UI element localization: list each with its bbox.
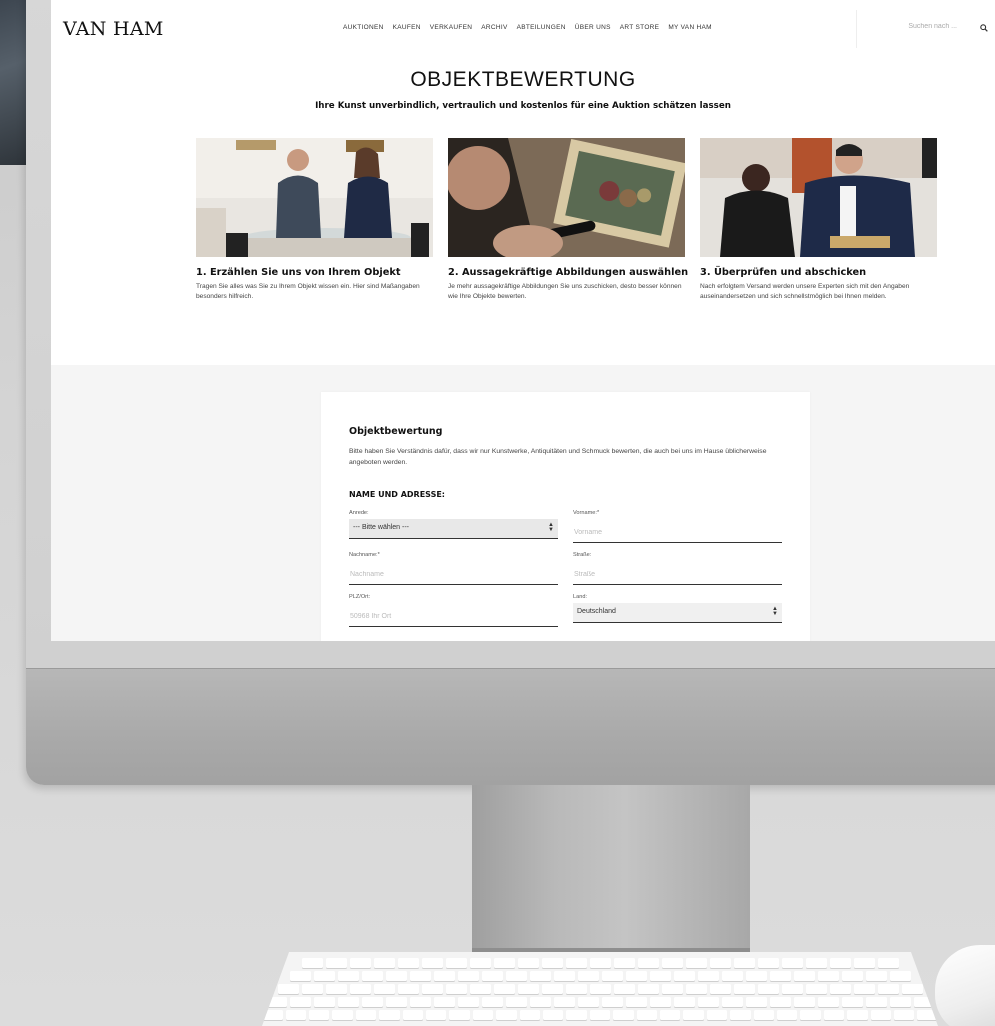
valuation-form: Objektbewertung Bitte haben Sie Verständ… [321, 392, 810, 641]
nav-item-ueber-uns[interactable]: ÜBER UNS [575, 24, 611, 31]
search-box [856, 10, 995, 48]
monitor-screen: VAN HAM AUKTIONEN KAUFEN VERKAUFEN ARCHI… [51, 0, 995, 641]
nachname-input[interactable] [349, 565, 558, 585]
land-select[interactable]: Deutschland ▲ ▼ [573, 603, 782, 623]
form-section-heading: NAME UND ADRESSE: [349, 490, 445, 499]
step-1-text: Tragen Sie alles was Sie zu Ihrem Objekt… [196, 283, 420, 300]
vorname-label: Vorname:* [573, 510, 600, 516]
strasse-input[interactable] [573, 565, 782, 585]
nav-item-archiv[interactable]: ARCHIV [481, 24, 507, 31]
form-title: Objektbewertung [349, 426, 443, 437]
step-2-text: Je mehr aussagekräftige Abbildungen Sie … [448, 283, 682, 300]
step-3-title: 3. Überprüfen und abschicken [700, 267, 867, 278]
step-1-title: 1. Erzählen Sie uns von Ihrem Objekt [196, 267, 401, 278]
step-2-photo [448, 138, 685, 257]
anrede-selected-value: --- Bitte wählen --- [353, 524, 410, 531]
vorname-field: Vorname:* [573, 510, 782, 543]
step-3-photo [700, 138, 937, 257]
step-3-text: Nach erfolgtem Versand werden unsere Exp… [700, 283, 910, 300]
land-label: Land: [573, 594, 587, 600]
land-field: Land: Deutschland ▲ ▼ [573, 594, 782, 623]
nachname-field: Nachname:* [349, 552, 558, 585]
step-2-title: 2. Aussagekräftige Abbildungen auswählen [448, 267, 689, 278]
site-header: VAN HAM AUKTIONEN KAUFEN VERKAUFEN ARCHI… [51, 0, 995, 58]
form-intro-text: Bitte haben Sie Verständnis dafür, dass … [349, 448, 767, 466]
page-title: OBJEKTBEWERTUNG [410, 68, 636, 91]
vorname-input[interactable] [573, 523, 782, 543]
nachname-label: Nachname:* [349, 552, 380, 558]
select-arrows-icon: ▲ ▼ [772, 606, 778, 617]
nav-item-verkaufen[interactable]: VERKAUFEN [430, 24, 472, 31]
anrede-select[interactable]: --- Bitte wählen --- ▲ ▼ [349, 519, 558, 539]
plz-ort-field: PLZ/Ort: [349, 594, 558, 627]
van-ham-logo[interactable]: VAN HAM [63, 18, 164, 40]
plz-ort-input[interactable] [349, 607, 558, 627]
anrede-label: Anrede: [349, 510, 369, 516]
monitor-chin [26, 668, 995, 785]
step-card-3: 3. Überprüfen und abschicken Nach erfolg… [700, 138, 937, 302]
step-1-photo [196, 138, 433, 257]
step-card-2: 2. Aussagekräftige Abbildungen auswählen… [448, 138, 689, 302]
anrede-field: Anrede: --- Bitte wählen --- ▲ ▼ [349, 510, 558, 539]
background-photo [0, 0, 26, 165]
nav-item-abteilungen[interactable]: ABTEILUNGEN [517, 24, 566, 31]
mouse [935, 945, 995, 1026]
nav-item-art-store[interactable]: ART STORE [620, 24, 660, 31]
step-card-1: 1. Erzählen Sie uns von Ihrem Objekt Tra… [196, 138, 433, 302]
select-arrows-icon: ▲ ▼ [548, 522, 554, 533]
search-icon[interactable] [980, 24, 988, 32]
monitor-stand [472, 785, 750, 955]
plz-ort-label: PLZ/Ort: [349, 594, 371, 600]
nav-item-my-van-ham[interactable]: MY VAN HAM [668, 24, 712, 31]
land-selected-value: Deutschland [577, 608, 616, 615]
nav-item-kaufen[interactable]: KAUFEN [393, 24, 421, 31]
keyboard [262, 952, 938, 1026]
strasse-label: Straße: [573, 552, 592, 558]
strasse-field: Straße: [573, 552, 782, 585]
nav-item-auktionen[interactable]: AUKTIONEN [343, 24, 384, 31]
search-input[interactable] [877, 23, 957, 30]
main-nav: AUKTIONEN KAUFEN VERKAUFEN ARCHIV ABTEIL… [343, 24, 712, 31]
page-subtitle: Ihre Kunst unverbindlich, vertraulich un… [315, 101, 731, 111]
